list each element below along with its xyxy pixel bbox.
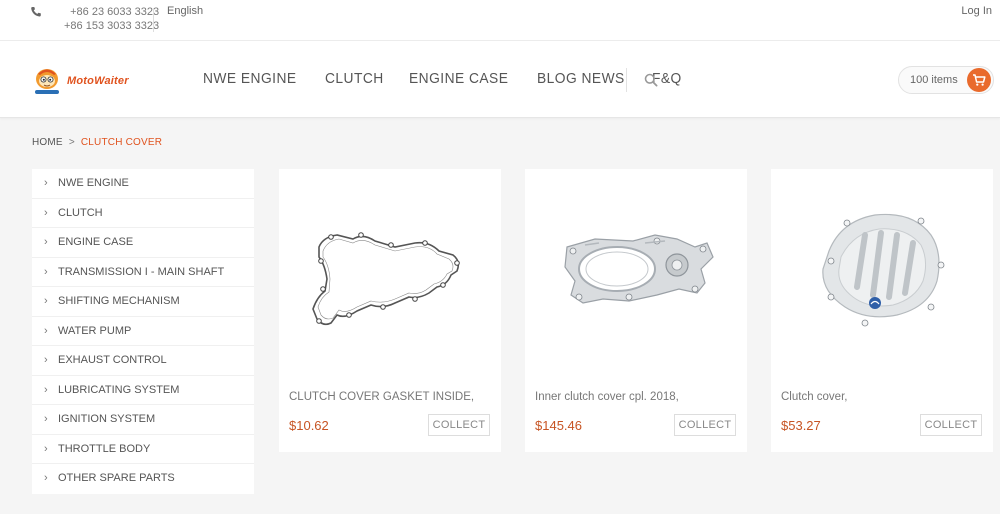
sidebar-item-label: NWE ENGINE (58, 177, 129, 189)
product-price: $10.62 (289, 418, 329, 433)
cart-widget[interactable]: 100 items (898, 66, 994, 94)
collect-button[interactable]: COLLECT (920, 414, 982, 436)
logo-mascot-icon (35, 69, 59, 94)
nav-clutch[interactable]: CLUTCH (325, 70, 384, 87)
language-selector[interactable]: English (167, 5, 203, 17)
chevron-right-icon: › (44, 236, 48, 248)
top-bar: +86 23 6033 3323 +86 153 3033 3323 Engli… (0, 0, 1000, 41)
sidebar-item-label: EXHAUST CONTROL (58, 354, 167, 366)
sidebar-item-label: IGNITION SYSTEM (58, 413, 156, 425)
sidebar-item-label: OTHER SPARE PARTS (58, 472, 175, 484)
sidebar-item-throttle-body[interactable]: › THROTTLE BODY (32, 435, 254, 464)
nav-blog-news[interactable]: BLOG NEWS (537, 70, 625, 87)
breadcrumb-current: CLUTCH COVER (80, 137, 163, 148)
phone-number-1: +86 23 6033 3323 (70, 6, 160, 18)
collect-button[interactable]: COLLECT (674, 414, 736, 436)
sidebar-item-engine-case[interactable]: › ENGINE CASE (32, 228, 254, 258)
sidebar-item-label: CLUTCH (58, 206, 103, 219)
chevron-right-icon: › (44, 206, 48, 219)
top-divider (153, 8, 154, 32)
chevron-right-icon: › (44, 324, 48, 337)
product-card[interactable]: Clutch cover, $53.27 COLLECT (771, 169, 993, 452)
header: MotoWaiter NWE ENGINE CLUTCH ENGINE CASE… (0, 41, 1000, 118)
chevron-right-icon: › (44, 354, 48, 366)
chevron-right-icon: › (44, 383, 48, 396)
chevron-right-icon: › (44, 442, 48, 455)
phone-icon (31, 7, 41, 17)
sidebar-item-label: LUBRICATING SYSTEM (58, 383, 180, 396)
sidebar-item-nwe-engine[interactable]: › NWE ENGINE (32, 169, 254, 199)
sidebar-item-ignition-system[interactable]: › IGNITION SYSTEM (32, 405, 254, 435)
product-name[interactable]: Inner clutch cover cpl. 2018, (535, 391, 679, 403)
cart-button[interactable] (967, 68, 991, 92)
category-sidebar: › NWE ENGINE › CLUTCH › ENGINE CASE › TRANSM… (32, 169, 254, 494)
logo-text: MotoWaiter (67, 75, 129, 87)
product-card[interactable]: Inner clutch cover cpl. 2018, $145.46 CO… (525, 169, 747, 452)
sidebar-item-clutch[interactable]: › CLUTCH (32, 199, 254, 228)
sidebar-item-shifting-mechanism[interactable]: › SHIFTING MECHANISM (32, 287, 254, 317)
logo[interactable]: MotoWaiter (31, 65, 151, 97)
chevron-right-icon: › (44, 177, 48, 189)
chevron-right-icon: › (44, 413, 48, 425)
product-name[interactable]: CLUTCH COVER GASKET INSIDE, (289, 391, 474, 403)
search-icon[interactable] (644, 73, 658, 87)
breadcrumb-home[interactable]: HOME (32, 137, 63, 148)
breadcrumb: HOME > CLUTCH COVER (32, 137, 162, 148)
sidebar-item-transmission[interactable]: › TRANSMISSION I - MAIN SHAFT (32, 258, 254, 287)
main-nav: NWE ENGINE CLUTCH ENGINE CASE BLOG NEWS … (203, 70, 704, 87)
login-link[interactable]: Log In (961, 5, 992, 17)
nav-nwe-engine[interactable]: NWE ENGINE (203, 70, 297, 87)
cart-count: 100 items (910, 74, 958, 86)
phone-numbers: +86 23 6033 3323 +86 153 3033 3323 (64, 5, 159, 33)
sidebar-item-label: TRANSMISSION I - MAIN SHAFT (58, 265, 225, 278)
product-image-gasket[interactable] (279, 169, 501, 379)
sidebar-item-label: WATER PUMP (58, 324, 132, 337)
nav-divider (626, 68, 627, 92)
chevron-right-icon: › (44, 265, 48, 278)
sidebar-item-exhaust-control[interactable]: › EXHAUST CONTROL (32, 346, 254, 376)
chevron-right-icon: › (44, 295, 48, 307)
sidebar-item-label: ENGINE CASE (58, 236, 134, 248)
product-image-inner-clutch-cover[interactable] (525, 169, 747, 379)
product-price: $145.46 (535, 418, 582, 433)
product-image-clutch-cover[interactable] (771, 169, 993, 379)
chevron-right-icon: › (44, 472, 48, 484)
sidebar-item-label: THROTTLE BODY (58, 442, 151, 455)
phone-number-2: +86 153 3033 3323 (64, 20, 160, 32)
nav-engine-case[interactable]: ENGINE CASE (409, 70, 508, 87)
sidebar-item-water-pump[interactable]: › WATER PUMP (32, 317, 254, 346)
product-name[interactable]: Clutch cover, (781, 391, 847, 403)
cart-icon (973, 74, 986, 86)
collect-button[interactable]: COLLECT (428, 414, 490, 436)
sidebar-item-label: SHIFTING MECHANISM (58, 295, 180, 307)
product-card[interactable]: CLUTCH COVER GASKET INSIDE, $10.62 COLLE… (279, 169, 501, 452)
sidebar-item-lubricating-system[interactable]: › LUBRICATING SYSTEM (32, 376, 254, 405)
product-price: $53.27 (781, 418, 821, 433)
breadcrumb-separator: > (68, 137, 75, 148)
sidebar-item-other-spare-parts[interactable]: › OTHER SPARE PARTS (32, 464, 254, 494)
